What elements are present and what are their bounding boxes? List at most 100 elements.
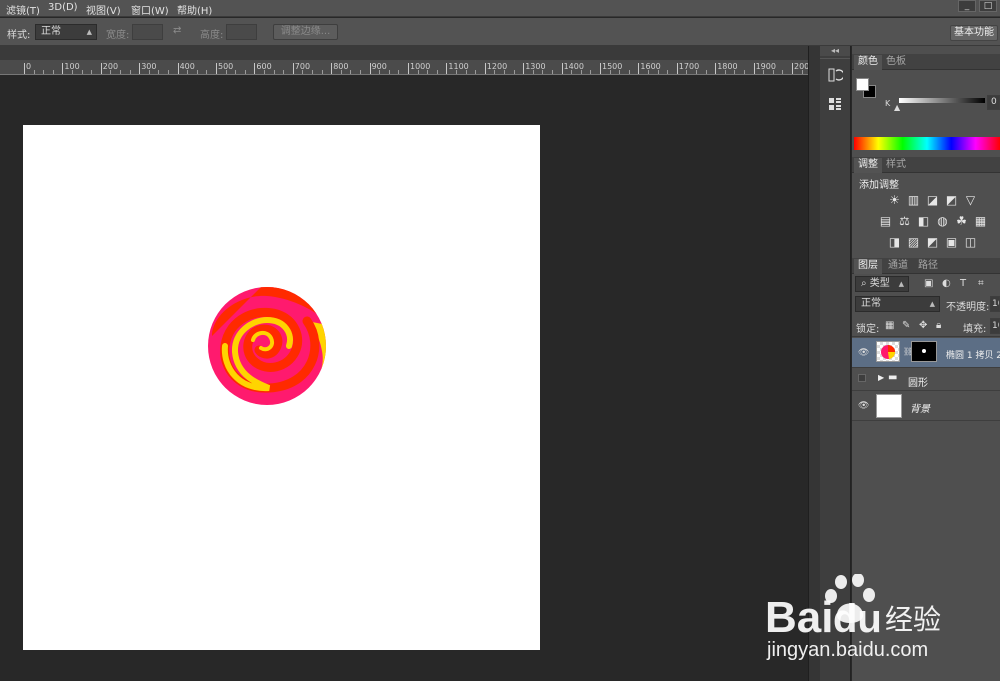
baidu-paw-logo: Bai du 经验 jingyan.baidu.com (765, 574, 941, 661)
adjustment-filter-icon[interactable]: ◐ (942, 278, 951, 289)
ruler-minor-tick (187, 70, 189, 74)
ruler-major-tick (24, 63, 25, 74)
slider-handle-icon[interactable]: ▲ (894, 103, 900, 112)
ruler-minor-tick (705, 70, 707, 74)
ruler-minor-tick (734, 70, 736, 74)
hue-saturation-icon[interactable]: ▤ (878, 214, 893, 229)
vibrance-icon[interactable]: ▽ (963, 193, 978, 208)
threshold-icon[interactable]: ◩ (925, 235, 940, 250)
opacity-field[interactable]: 10 (990, 296, 1000, 312)
ruler-major-tick (792, 63, 793, 74)
photo-filter-icon[interactable]: ◍ (935, 214, 950, 229)
lock-position-icon[interactable]: ✥ (919, 320, 927, 331)
layer-row[interactable]: 👁︎ 背景 (852, 391, 1000, 421)
tab-color[interactable]: 颜色 (854, 55, 882, 70)
ruler-minor-tick (244, 70, 246, 74)
workspace-button[interactable]: 基本功能 (950, 25, 998, 41)
menu-filter[interactable]: 滤镜(T) (6, 2, 40, 17)
layer-filter-select[interactable]: ⌕ 类型 ▲ (855, 276, 909, 292)
invert-icon[interactable]: ◨ (887, 235, 902, 250)
gradient-map-icon[interactable]: ◫ (963, 235, 978, 250)
menu-window[interactable]: 窗口(W) (131, 2, 169, 17)
lock-transparency-icon[interactable]: ▦ (885, 320, 894, 331)
shape-filter-icon[interactable]: ⌗ (978, 278, 984, 289)
black-white-icon[interactable]: ◧ (916, 214, 931, 229)
ruler-minor-tick (235, 70, 237, 74)
jingyan-title: 经验 (885, 603, 941, 636)
ruler-major-tick (600, 63, 601, 74)
menu-3d[interactable]: 3D(D) (48, 2, 78, 13)
channel-mixer-icon[interactable]: ☘ (954, 214, 969, 229)
layer-thumbnail (876, 394, 902, 418)
eye-icon[interactable]: 👁︎ (858, 348, 869, 358)
ruler-minor-tick (494, 70, 496, 74)
tab-swatches[interactable]: 色板 (882, 55, 910, 70)
foreground-color-swatch[interactable] (856, 78, 869, 91)
ruler-minor-tick (398, 70, 400, 74)
ruler-major-tick (292, 63, 294, 74)
ruler-major-tick (62, 63, 64, 74)
ruler-major-tick (484, 63, 486, 74)
tab-layers[interactable]: 图层 (854, 259, 882, 274)
menu-help[interactable]: 帮助(H) (177, 2, 212, 17)
levels-icon[interactable]: ▥ (906, 193, 921, 208)
stepper-icon: ▲ (86, 28, 92, 36)
ruler-major-tick (139, 63, 141, 74)
canvas-workspace (0, 76, 808, 681)
posterize-icon[interactable]: ▨ (906, 235, 921, 250)
expand-arrow-icon[interactable]: ▶ (878, 373, 884, 382)
ruler-minor-tick (168, 70, 169, 74)
blend-mode-select[interactable]: 正常 ▲ (855, 296, 940, 312)
history-icon[interactable] (822, 62, 848, 88)
tab-channels[interactable]: 通道 (884, 259, 912, 274)
height-field[interactable] (226, 24, 257, 40)
adjust-panel-tabs: 调整 样式 (852, 157, 1000, 173)
color-spectrum[interactable] (854, 137, 1000, 150)
mask-thumbnail[interactable] (911, 341, 937, 362)
collapse-icon[interactable]: ◂◂ (820, 46, 850, 56)
ruler-minor-tick (302, 70, 304, 74)
layer-row[interactable]: 👁︎ ⛓ 椭圆 1 拷贝 2 (852, 338, 1000, 368)
tab-paths[interactable]: 路径 (914, 259, 942, 274)
curves-icon[interactable]: ◪ (925, 193, 940, 208)
brightness-icon[interactable]: ☀ (887, 193, 902, 208)
exposure-icon[interactable]: ◩ (944, 193, 959, 208)
stepper-icon: ▲ (929, 300, 935, 308)
lock-brush-icon[interactable]: ✎ (902, 320, 910, 331)
type-filter-icon[interactable]: T (960, 278, 966, 289)
layer-filter-value: 类型 (869, 278, 890, 289)
eye-icon[interactable]: 👁︎ (858, 401, 869, 411)
pixel-filter-icon[interactable]: ▣ (924, 278, 933, 289)
minimize-button[interactable]: _ (958, 0, 976, 12)
properties-icon[interactable] (822, 91, 848, 117)
menu-view[interactable]: 视图(V) (86, 2, 121, 17)
maximize-button[interactable]: □ (979, 0, 997, 12)
ruler-minor-tick (110, 70, 112, 74)
horizontal-ruler: 0 100 200 300 400 500 600 700 800 900 1000 1100 1200… (0, 60, 822, 75)
refine-edge-button[interactable]: 调整边缘... (273, 24, 338, 40)
color-lookup-icon[interactable]: ▦ (973, 214, 988, 229)
tab-styles[interactable]: 样式 (882, 158, 910, 173)
fill-field[interactable]: 10 (990, 318, 1000, 334)
width-field[interactable] (132, 24, 163, 40)
layers-panel-tabs: 图层 通道 路径 (852, 258, 1000, 274)
document-canvas[interactable] (23, 125, 540, 650)
ruler-minor-tick (542, 70, 544, 74)
tab-adjustments[interactable]: 调整 (854, 158, 882, 173)
layer-row[interactable]: ▶ ▬ 圆形 (852, 368, 1000, 391)
swap-icon[interactable]: ⇄ (173, 25, 181, 36)
width-label: 宽度: (106, 30, 130, 41)
ruler-minor-tick (206, 70, 208, 74)
style-select[interactable]: 正常 ▲ (35, 24, 97, 40)
ruler-minor-tick (552, 70, 553, 74)
ruler-major-tick (254, 63, 256, 74)
menu-bar: 滤镜(T) 3D(D) 视图(V) 窗口(W) 帮助(H) _ □ (0, 0, 1000, 17)
visibility-toggle[interactable] (858, 374, 866, 382)
ruler-minor-tick (43, 70, 45, 74)
lock-all-icon[interactable]: 🔒︎ (936, 320, 941, 331)
folder-icon: ▬ (888, 372, 898, 383)
color-balance-icon[interactable]: ⚖ (897, 214, 912, 229)
k-value-field[interactable]: 0 (987, 95, 1000, 110)
selective-color-icon[interactable]: ▣ (944, 235, 959, 250)
k-slider[interactable] (899, 98, 985, 103)
